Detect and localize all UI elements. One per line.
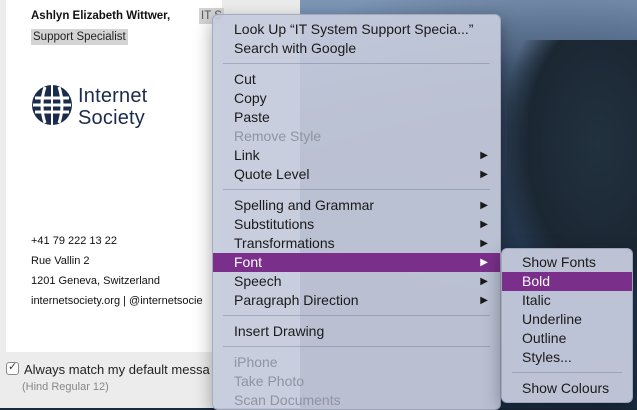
menu-item-scan-documents: Scan Documents: [234, 392, 341, 408]
checkmark-icon: ✓: [8, 361, 18, 373]
submenu-arrow-icon: ▶: [480, 276, 488, 287]
signature-name[interactable]: Ashlyn Elizabeth Wittwer,: [31, 10, 170, 22]
menu-separator: [223, 315, 490, 316]
signature-phone[interactable]: +41 79 222 13 22: [31, 235, 117, 247]
submenu-item-underline[interactable]: Underline: [502, 310, 632, 329]
logo-wordmark-line1: Internet: [78, 85, 148, 107]
logo-wordmark-line2: Society: [78, 107, 145, 129]
submenu-arrow-icon: ▶: [480, 238, 488, 249]
font-hint: (Hind Regular 12): [22, 381, 109, 393]
submenu-item-italic[interactable]: Italic: [502, 291, 632, 310]
menu-item-look-up[interactable]: Look Up “IT System Support Specia...”: [213, 20, 500, 39]
match-font-label: Always match my default messa: [24, 362, 210, 377]
menu-item-font[interactable]: Font ▶: [213, 253, 500, 272]
menu-separator: [223, 346, 490, 347]
match-font-option[interactable]: ✓ Always match my default messa: [6, 361, 210, 377]
internet-society-globe-icon: [32, 85, 72, 125]
menu-item-speech[interactable]: Speech ▶: [213, 272, 500, 291]
menu-item-spelling[interactable]: Spelling and Grammar ▶: [213, 196, 500, 215]
menu-item-remove-style: Remove Style: [234, 128, 322, 144]
menu-item-paste[interactable]: Paste: [213, 108, 500, 127]
submenu-arrow-icon: ▶: [480, 295, 488, 306]
menu-item-search-google[interactable]: Search with Google: [213, 39, 500, 58]
signature-web[interactable]: internetsociety.org | @internetsocie: [31, 295, 203, 307]
menu-item-insert-drawing[interactable]: Insert Drawing: [213, 322, 500, 341]
submenu-arrow-icon: ▶: [480, 200, 488, 211]
menu-item-substitutions[interactable]: Substitutions ▶: [213, 215, 500, 234]
submenu-arrow-icon: ▶: [480, 219, 488, 230]
signature-address-line2[interactable]: 1201 Geneva, Switzerland: [31, 275, 160, 287]
logo-wordmark: Internet Society: [78, 85, 147, 129]
submenu-item-styles[interactable]: Styles...: [502, 348, 632, 367]
signature-title-selected-line2[interactable]: Support Specialist: [31, 29, 128, 45]
menu-item-substitutions-label: Substitutions: [234, 216, 315, 232]
context-menu: Look Up “IT System Support Specia...” Se…: [212, 14, 501, 410]
match-font-checkbox[interactable]: ✓: [6, 361, 19, 375]
signature-editor[interactable]: Ashlyn Elizabeth Wittwer, IT S Support S…: [6, 0, 224, 352]
menu-item-take-photo: Take Photo: [234, 373, 305, 389]
submenu-item-show-colours[interactable]: Show Colours: [502, 379, 632, 398]
internet-society-logo: Internet Society: [31, 84, 171, 136]
menu-item-speech-label: Speech: [234, 273, 282, 289]
submenu-arrow-icon: ▶: [480, 257, 488, 268]
menu-item-copy[interactable]: Copy: [213, 89, 500, 108]
menu-item-transformations[interactable]: Transformations ▶: [213, 234, 500, 253]
menu-item-paragraph-direction-label: Paragraph Direction: [234, 292, 359, 308]
submenu-separator: [512, 372, 622, 373]
signature-address-line1[interactable]: Rue Vallin 2: [31, 255, 90, 267]
font-submenu: Show Fonts Bold Italic Underline Outline…: [501, 248, 633, 403]
submenu-item-outline[interactable]: Outline: [502, 329, 632, 348]
menu-separator: [223, 189, 490, 190]
menu-item-spelling-label: Spelling and Grammar: [234, 197, 375, 213]
menu-item-quote-level[interactable]: Quote Level ▶: [213, 165, 500, 184]
menu-item-iphone: iPhone: [234, 354, 278, 370]
menu-item-font-label: Font: [234, 254, 263, 270]
submenu-item-bold[interactable]: Bold: [502, 272, 632, 291]
menu-item-quote-level-label: Quote Level: [234, 166, 310, 182]
menu-separator: [223, 63, 490, 64]
menu-item-transformations-label: Transformations: [234, 235, 335, 251]
menu-item-cut[interactable]: Cut: [213, 70, 500, 89]
submenu-arrow-icon: ▶: [480, 150, 488, 161]
submenu-arrow-icon: ▶: [480, 169, 488, 180]
menu-item-link[interactable]: Link ▶: [213, 146, 500, 165]
menu-item-link-label: Link: [234, 147, 260, 163]
menu-item-paragraph-direction[interactable]: Paragraph Direction ▶: [213, 291, 500, 310]
submenu-item-show-fonts[interactable]: Show Fonts: [502, 253, 632, 272]
